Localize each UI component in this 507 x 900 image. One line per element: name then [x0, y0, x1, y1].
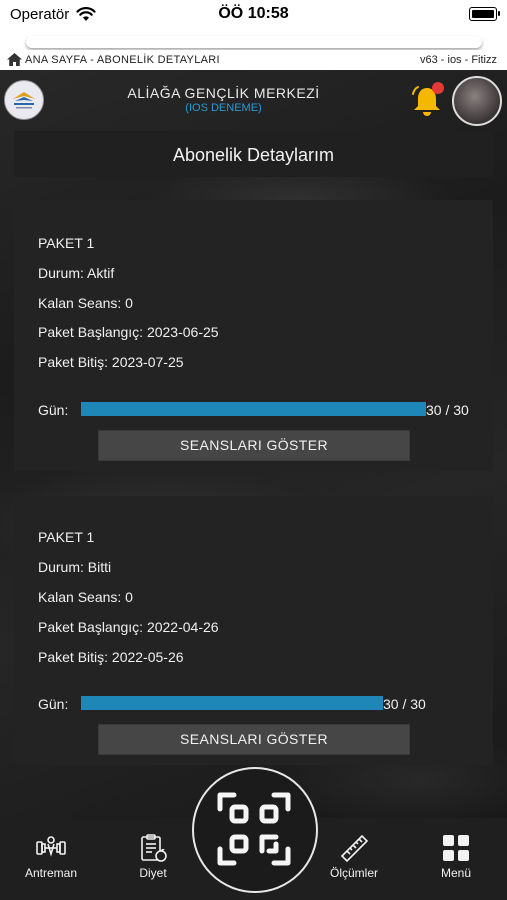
dumbbell-icon	[35, 832, 67, 864]
nav-label: Diyet	[139, 866, 167, 880]
qr-scan-icon	[217, 792, 291, 866]
progress-count: 30 / 30	[383, 696, 426, 712]
package-start: Paket Başlangıç: 2022-04-26	[38, 619, 219, 635]
progress-label: Gün:	[38, 402, 69, 418]
show-sessions-button[interactable]: SEANSLARI GÖSTER	[98, 724, 410, 755]
nav-item-menu[interactable]: Menü	[416, 818, 496, 900]
grid-menu-icon	[440, 832, 472, 864]
progress-label: Gün:	[38, 696, 69, 712]
nav-item-diyet[interactable]: Diyet	[113, 818, 193, 900]
sheet-handle[interactable]	[26, 36, 482, 48]
qr-scan-button[interactable]	[192, 767, 318, 893]
page-title-bar: Abonelik Detaylarım	[14, 131, 493, 177]
nav-label: Antreman	[24, 866, 78, 880]
package-end: Paket Bitiş: 2022-05-26	[38, 649, 184, 665]
package-remaining: Kalan Seans: 0	[38, 589, 133, 605]
nav-label: Menü	[440, 866, 472, 880]
package-card: PAKET 1 Durum: Bitti Kalan Seans: 0 Pake…	[14, 496, 493, 765]
app-version: v63 - ios - Fitizz	[419, 54, 497, 66]
diet-clipboard-icon	[137, 832, 169, 864]
package-remaining: Kalan Seans: 0	[38, 295, 133, 311]
home-icon[interactable]	[7, 53, 22, 69]
package-status: Durum: Bitti	[38, 559, 112, 575]
progress-bar	[81, 402, 426, 416]
package-start: Paket Başlangıç: 2023-06-25	[38, 324, 219, 340]
app-header: ALİAĞA GENÇLİK MERKEZİ (IOS DENEME)	[0, 72, 507, 128]
nav-label: Ölçümler	[329, 866, 378, 880]
package-status: Durum: Aktif	[38, 265, 115, 281]
nav-item-antreman[interactable]: Antreman	[11, 818, 91, 900]
avatar[interactable]	[452, 76, 502, 126]
clock: ÖÖ 10:58	[218, 5, 289, 22]
progress-count: 30 / 30	[426, 402, 469, 418]
package-name: PAKET 1	[38, 529, 95, 545]
status-bar: Operatör ÖÖ 10:58	[0, 0, 507, 30]
package-end: Paket Bitiş: 2023-07-25	[38, 354, 184, 370]
nav-item-olcumler[interactable]: Ölçümler	[314, 818, 394, 900]
page-title: Abonelik Detaylarım	[172, 145, 335, 165]
breadcrumb-path[interactable]: ANA SAYFA - ABONELİK DETAYLARI	[25, 54, 220, 66]
show-sessions-button[interactable]: SEANSLARI GÖSTER	[98, 430, 410, 461]
ruler-icon	[338, 832, 370, 864]
progress-bar	[81, 696, 383, 710]
battery-icon	[469, 7, 500, 21]
notification-badge	[432, 82, 444, 94]
club-subtitle: (IOS DENEME)	[185, 102, 262, 114]
package-card: PAKET 1 Durum: Aktif Kalan Seans: 0 Pake…	[14, 200, 493, 471]
club-name: ALİAĞA GENÇLİK MERKEZİ	[127, 85, 320, 101]
breadcrumb: ANA SAYFA - ABONELİK DETAYLARI v63 - ios…	[0, 50, 507, 70]
package-name: PAKET 1	[38, 235, 95, 251]
